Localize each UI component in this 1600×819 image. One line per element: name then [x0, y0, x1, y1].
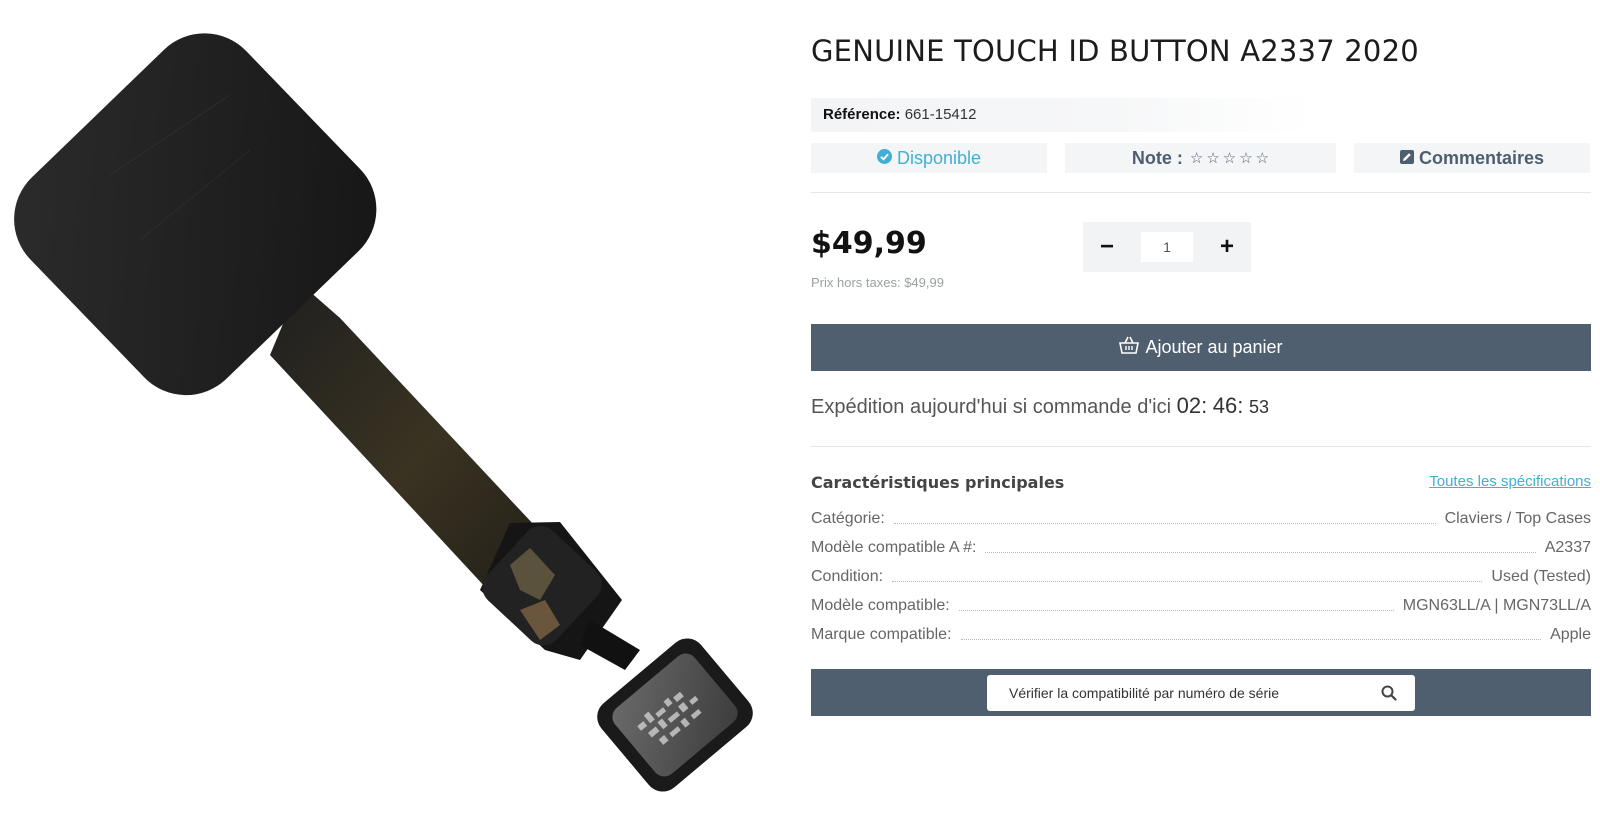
shipping-text: Expédition aujourd'hui si commande d'ici	[811, 396, 1172, 418]
divider	[811, 192, 1591, 193]
comments-link[interactable]: Commentaires	[1354, 143, 1590, 173]
edit-icon	[1399, 148, 1414, 169]
product-title: GENUINE TOUCH ID BUTTON A2337 2020	[811, 34, 1419, 68]
countdown-hours: 02	[1176, 393, 1202, 418]
countdown-separator: :	[1201, 393, 1208, 418]
spec-value: Used (Tested)	[1491, 568, 1591, 585]
search-icon[interactable]	[1381, 685, 1397, 701]
spec-row: Modèle compatible A #: A2337	[811, 537, 1591, 557]
dotted-leader	[960, 639, 1542, 640]
reference-bar: Référence: 661-15412	[811, 98, 1311, 132]
divider	[811, 446, 1591, 447]
quantity-decrement-button[interactable]: −	[1097, 235, 1117, 259]
comments-label: Commentaires	[1418, 147, 1545, 168]
star-outline-icon[interactable]: ☆	[1239, 149, 1252, 167]
spec-label: Modèle compatible:	[811, 597, 950, 614]
check-circle-icon	[876, 148, 892, 169]
spec-label: Marque compatible:	[811, 626, 952, 643]
spec-row: Condition: Used (Tested)	[811, 566, 1591, 586]
spec-row: Modèle compatible: MGN63LL/A | MGN73LL/A	[811, 595, 1591, 615]
dotted-leader	[893, 523, 1436, 524]
spec-value: Apple	[1550, 626, 1591, 643]
basket-icon	[1119, 336, 1140, 359]
reference-label: Référence:	[823, 106, 901, 123]
spec-label: Catégorie:	[811, 510, 885, 527]
star-outline-icon[interactable]: ☆	[1206, 149, 1219, 167]
serial-number-input[interactable]	[1007, 683, 1371, 702]
price: $49,99	[811, 226, 927, 261]
add-to-cart-button[interactable]: Ajouter au panier	[811, 324, 1591, 371]
countdown-seconds: 53	[1248, 397, 1269, 417]
add-to-cart-label: Ajouter au panier	[1145, 337, 1283, 357]
serial-search-box	[987, 674, 1415, 711]
quantity-stepper: − +	[1083, 222, 1251, 272]
spec-label: Modèle compatible A #:	[811, 539, 977, 556]
features-title: Caractéristiques principales	[811, 473, 1065, 492]
quantity-input[interactable]	[1141, 232, 1193, 262]
quantity-increment-button[interactable]: +	[1217, 235, 1237, 259]
dotted-leader	[985, 552, 1536, 553]
star-outline-icon[interactable]: ☆	[1190, 149, 1203, 167]
star-outline-icon[interactable]: ☆	[1223, 149, 1236, 167]
countdown-minutes: 46	[1212, 393, 1238, 418]
rating-label: Note :	[1131, 147, 1183, 168]
spec-row: Catégorie: Claviers / Top Cases	[811, 508, 1591, 528]
spec-value: A2337	[1544, 539, 1591, 556]
dotted-leader	[892, 581, 1483, 582]
spec-value: MGN63LL/A | MGN73LL/A	[1402, 597, 1591, 614]
availability-label: Disponible	[896, 147, 982, 168]
rating-stars: ☆ ☆ ☆ ☆ ☆	[1190, 149, 1269, 167]
dotted-leader	[958, 610, 1394, 611]
spec-label: Condition:	[811, 568, 884, 585]
compatibility-check-bar	[811, 669, 1591, 716]
reference-value: 661-15412	[904, 106, 977, 123]
availability-badge: Disponible	[811, 143, 1047, 173]
spec-row: Marque compatible: Apple	[811, 624, 1591, 644]
star-outline-icon[interactable]: ☆	[1256, 149, 1269, 167]
countdown-separator: :	[1237, 393, 1244, 418]
product-image	[0, 0, 790, 814]
all-specs-link[interactable]: Toutes les spécifications	[1429, 473, 1591, 490]
price-excl-tax: Prix hors taxes: $49,99	[811, 275, 944, 290]
rating-box[interactable]: Note : ☆ ☆ ☆ ☆ ☆	[1065, 143, 1336, 173]
spec-value: Claviers / Top Cases	[1444, 510, 1591, 527]
shipping-countdown: Expédition aujourd'hui si commande d'ici…	[811, 393, 1269, 419]
